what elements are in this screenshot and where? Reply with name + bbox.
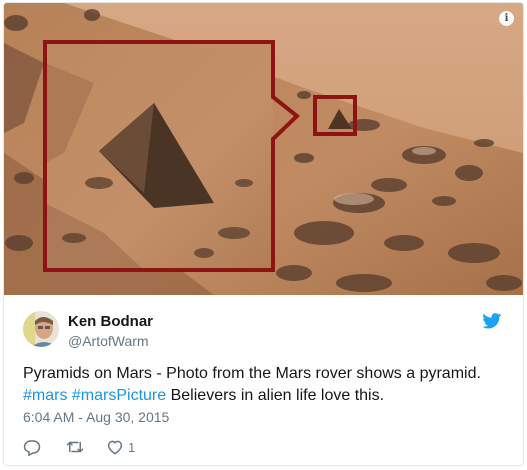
author-name[interactable]: Ken Bodnar [68, 313, 153, 330]
tweet-text-line-2: #mars #marsPicture Believers in alien li… [23, 385, 513, 407]
info-icon[interactable]: i [499, 11, 514, 26]
avatar-image [23, 311, 59, 347]
tweet-text-line-1: Pyramids on Mars - Photo from the Mars r… [23, 365, 481, 382]
heart-icon [107, 440, 123, 455]
reply-button[interactable] [23, 435, 41, 459]
twitter-bird-icon[interactable] [482, 313, 502, 329]
like-button[interactable]: 1 [106, 435, 135, 459]
tweet-text-rest: Believers in alien life love this. [170, 387, 385, 404]
timestamp[interactable]: 6:04 AM - Aug 30, 2015 [23, 409, 169, 425]
tweet-photo[interactable]: i [4, 3, 523, 295]
hashtag-mars[interactable]: #mars [23, 387, 67, 404]
author-handle[interactable]: @ArtofWarm [68, 333, 149, 349]
reply-icon [23, 440, 41, 456]
like-count: 1 [128, 439, 136, 455]
mars-landscape-image [4, 3, 523, 295]
retweet-button[interactable] [66, 435, 84, 459]
retweet-icon [66, 441, 84, 453]
tweet-actions: 1 [23, 435, 135, 459]
tweet-text: Pyramids on Mars - Photo from the Mars r… [23, 363, 513, 407]
hashtag-marspicture[interactable]: #marsPicture [72, 387, 166, 404]
avatar[interactable] [23, 311, 59, 347]
tweet-card: i Ken Bodnar @ArtofWarm Pyramids on Mars… [3, 2, 524, 466]
